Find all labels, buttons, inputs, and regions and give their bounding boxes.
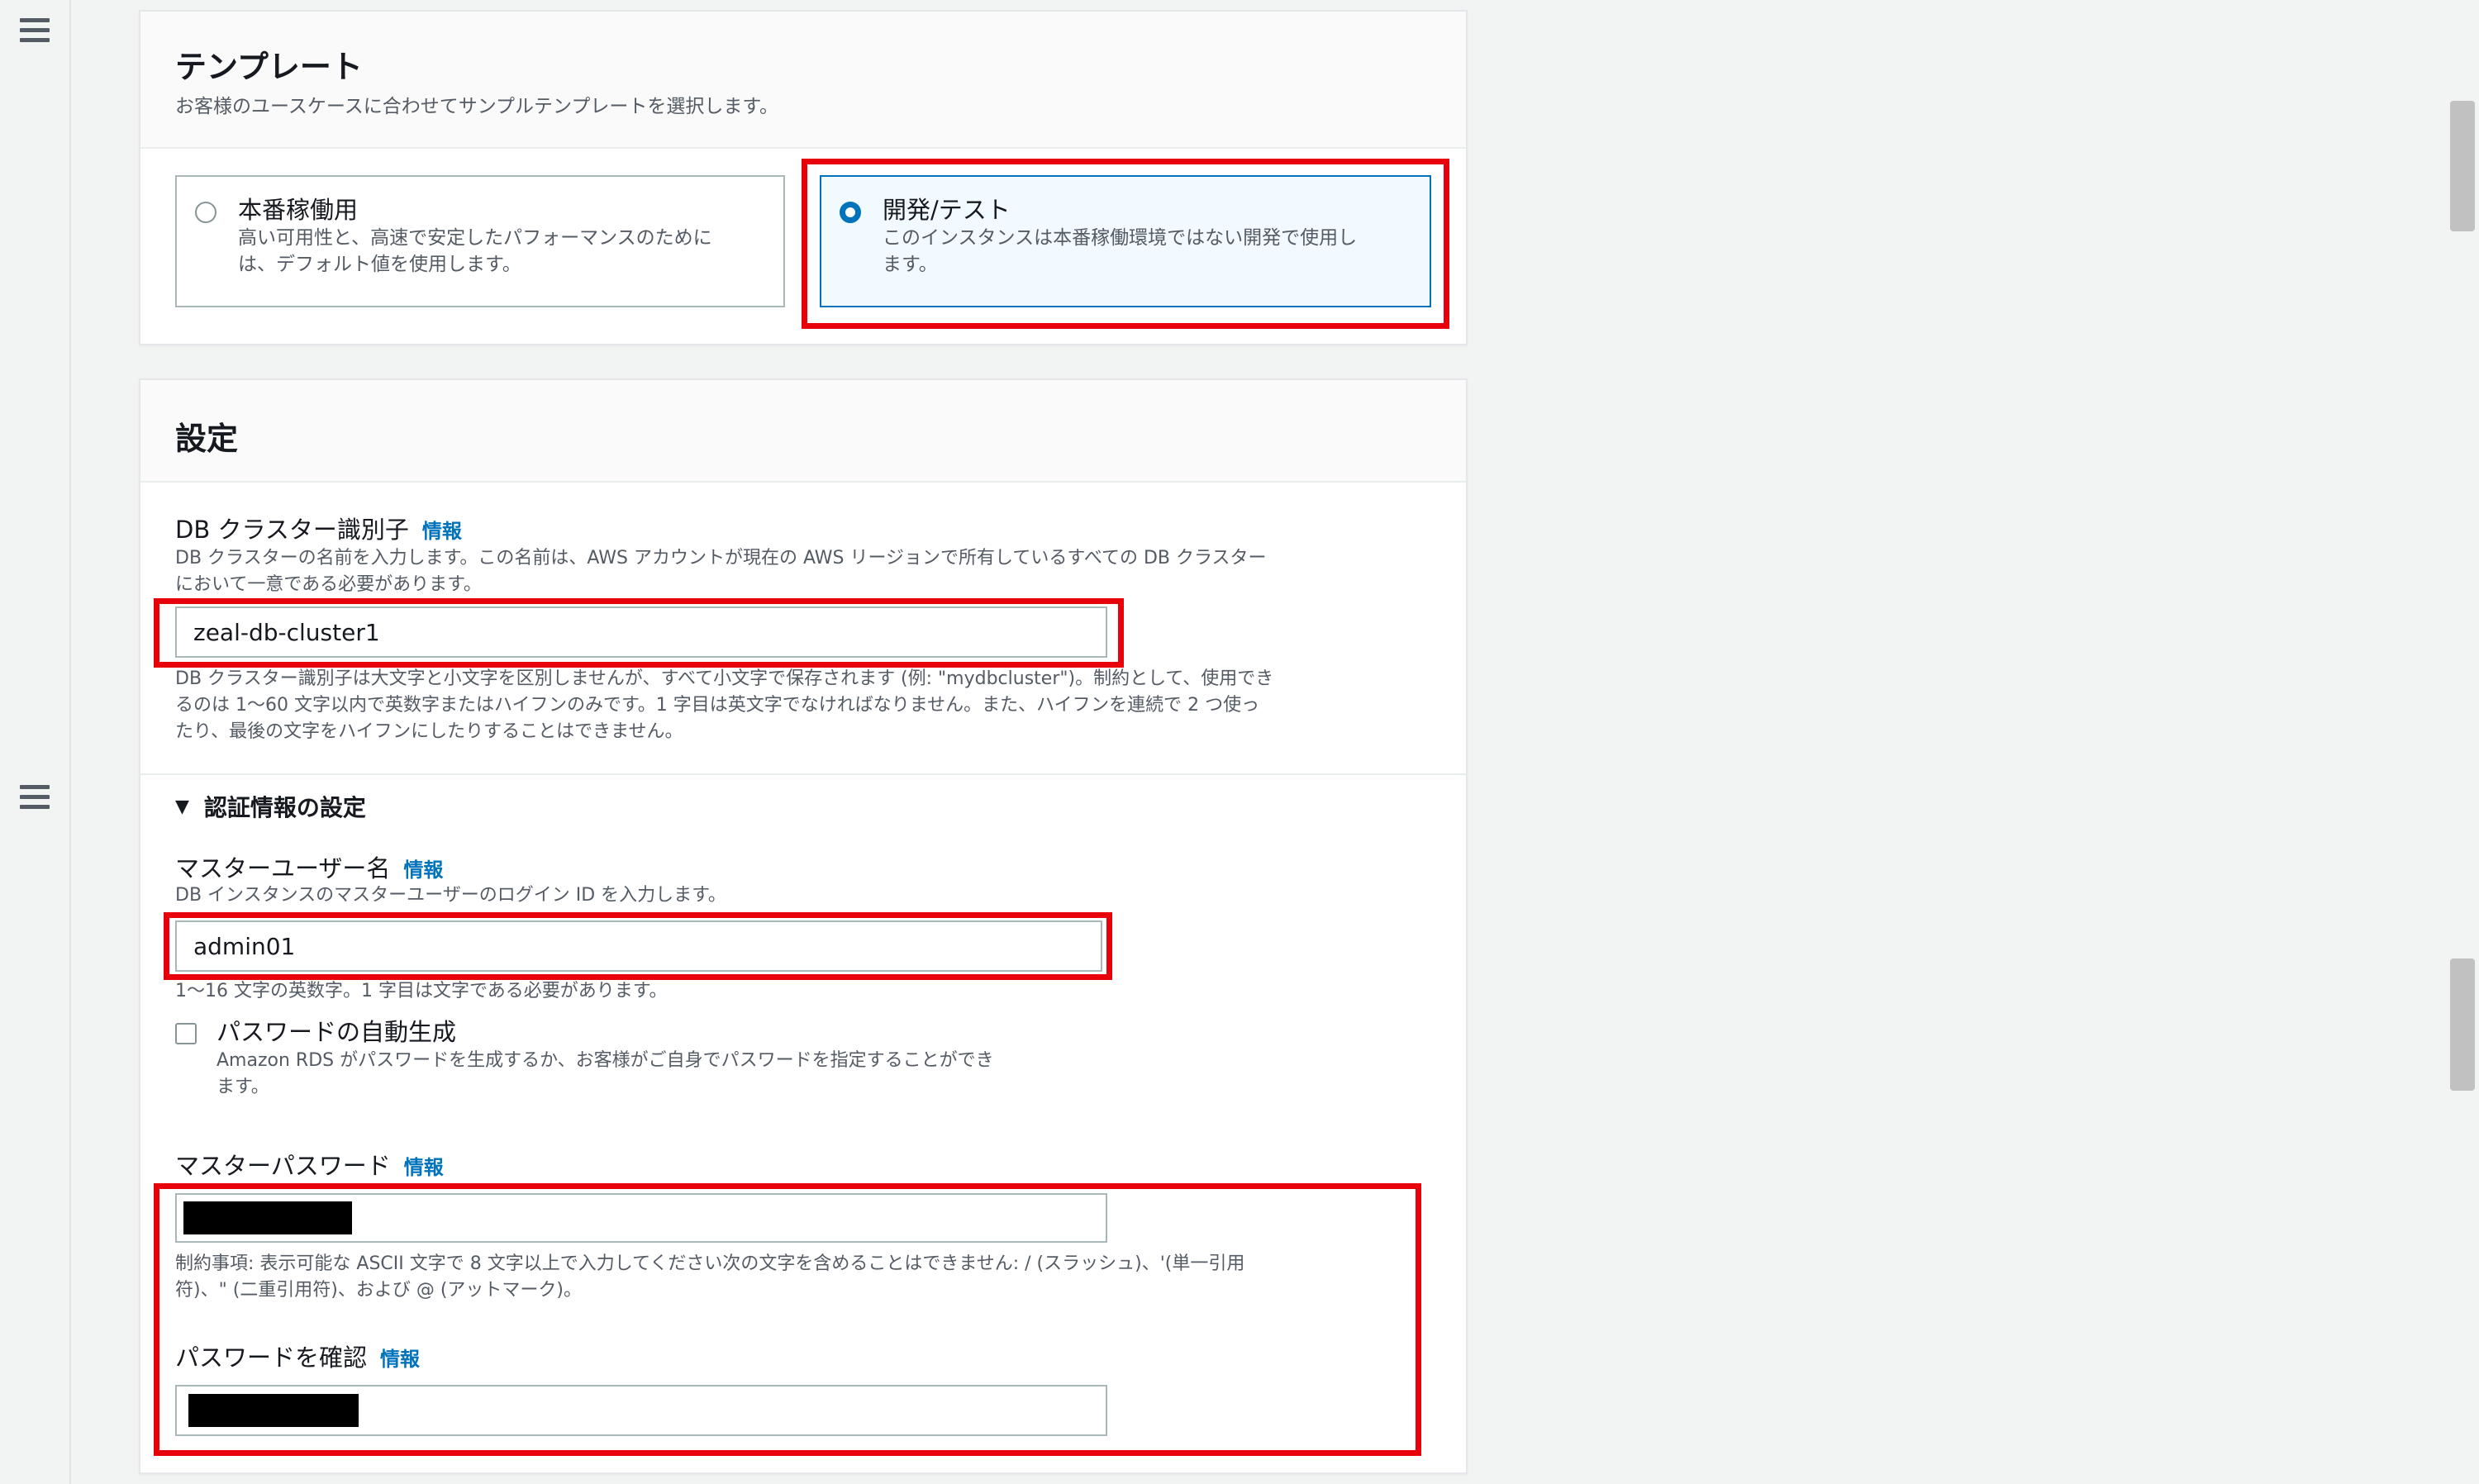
cluster-id-constraint-line1: DB クラスター識別子は大文字と小文字を区別しませんが、すべて小文字で保存されま… xyxy=(175,668,1274,689)
auto-password-description: Amazon RDS がパスワードを生成するか、お客様がご自身でパスワードを指定… xyxy=(216,1048,1125,1101)
username-label-row: マスターユーザー名 情報 xyxy=(175,849,443,884)
cluster-id-input[interactable]: zeal-db-cluster1 xyxy=(175,606,1107,658)
username-info-link[interactable]: 情報 xyxy=(403,859,443,882)
password-constraint-line2: 符)、" (二重引用符)、および @ (アットマーク)。 xyxy=(175,1280,583,1301)
caret-down-icon: ▼ xyxy=(175,796,189,817)
cluster-id-constraint-line3: たり、最後の文字をハイフンにしたりすることはできません。 xyxy=(175,721,683,742)
confirm-password-label: パスワードを確認 xyxy=(175,1344,368,1372)
username-constraint: 1～16 文字の英数字。1 字目は文字である必要があります。 xyxy=(175,981,668,1001)
dev-test-title: 開発/テスト xyxy=(883,196,1011,224)
production-desc-line1: 高い可用性と、高速で安定したパフォーマンスのために xyxy=(238,227,712,249)
radio-production[interactable] xyxy=(195,202,216,223)
template-description: お客様のユースケースに合わせてサンプルテンプレートを選択します。 xyxy=(175,96,779,117)
cluster-id-constraint: DB クラスター識別子は大文字と小文字を区別しませんが、すべて小文字で保存されま… xyxy=(175,666,1431,745)
auto-password-checkbox[interactable] xyxy=(175,1023,197,1044)
template-option-dev-test[interactable]: 開発/テスト このインスタンスは本番稼働環境ではない開発で使用し ます。 xyxy=(820,175,1431,307)
username-description: DB インスタンスのマスターユーザーのログイン ID を入力します。 xyxy=(175,885,726,906)
cluster-id-label-row: DB クラスター識別子 情報 xyxy=(175,511,462,545)
confirm-password-label-row: パスワードを確認 情報 xyxy=(175,1339,420,1373)
credentials-toggle-label: 認証情報の設定 xyxy=(203,794,366,821)
cluster-id-info-link[interactable]: 情報 xyxy=(422,520,462,543)
cluster-id-description: DB クラスターの名前を入力します。この名前は、AWS アカウントが現在の AW… xyxy=(175,545,1431,598)
template-title: テンプレート xyxy=(175,49,363,85)
password-info-link[interactable]: 情報 xyxy=(404,1156,444,1179)
template-panel-header: テンプレート お客様のユースケースに合わせてサンプルテンプレートを選択します。 xyxy=(140,12,1466,149)
redacted-confirm-password xyxy=(188,1394,359,1427)
cluster-id-constraint-line2: るのは 1～60 文字以内で英数字またはハイフンのみです。1 字目は英文字でなけ… xyxy=(175,695,1260,716)
production-title: 本番稼働用 xyxy=(238,196,359,224)
username-label: マスターユーザー名 xyxy=(175,854,391,882)
username-value: admin01 xyxy=(193,932,296,960)
radio-dev-test[interactable] xyxy=(840,202,861,223)
menu-icon[interactable] xyxy=(20,18,50,43)
side-navigation-rail xyxy=(0,0,71,1484)
auto-password-desc-line2: ます。 xyxy=(216,1077,269,1097)
cluster-id-value: zeal-db-cluster1 xyxy=(193,618,380,646)
auto-password-label-text: パスワードの自動生成 xyxy=(216,1018,457,1046)
template-panel: テンプレート お客様のユースケースに合わせてサンプルテンプレートを選択します。 … xyxy=(139,10,1468,345)
password-label: マスターパスワード xyxy=(175,1152,391,1180)
username-input[interactable]: admin01 xyxy=(175,920,1102,972)
auto-password-label[interactable]: パスワードの自動生成 xyxy=(216,1013,456,1048)
dev-test-desc-line1: このインスタンスは本番稼働環境ではない開発で使用し xyxy=(883,227,1358,249)
redacted-password xyxy=(183,1201,352,1234)
confirm-password-input[interactable] xyxy=(175,1385,1107,1436)
cluster-id-desc-line2: において一意である必要があります。 xyxy=(175,574,482,595)
scrollbar-thumb[interactable] xyxy=(2450,101,2475,231)
credentials-toggle[interactable]: ▼ 認証情報の設定 xyxy=(175,790,366,823)
password-input[interactable] xyxy=(175,1193,1107,1243)
password-constraint: 制約事項: 表示可能な ASCII 文字で 8 文字以上で入力してください次の文… xyxy=(175,1251,1431,1304)
menu-icon[interactable] xyxy=(20,785,50,810)
cluster-id-label: DB クラスター識別子 xyxy=(175,516,409,544)
settings-panel-header: 設定 xyxy=(140,380,1466,483)
password-constraint-line1: 制約事項: 表示可能な ASCII 文字で 8 文字以上で入力してください次の文… xyxy=(175,1253,1245,1274)
section-divider xyxy=(140,773,1466,775)
confirm-password-info-link[interactable]: 情報 xyxy=(380,1348,420,1371)
production-desc-line2: は、デフォルト値を使用します。 xyxy=(238,254,521,275)
settings-panel: 設定 DB クラスター識別子 情報 DB クラスターの名前を入力します。この名前は… xyxy=(139,378,1468,1474)
settings-title: 設定 xyxy=(175,421,239,457)
dev-test-desc-line2: ます。 xyxy=(883,254,938,275)
cluster-id-desc-line1: DB クラスターの名前を入力します。この名前は、AWS アカウントが現在の AW… xyxy=(175,548,1267,568)
password-label-row: マスターパスワード 情報 xyxy=(175,1147,444,1182)
scrollbar-thumb[interactable] xyxy=(2450,958,2475,1091)
template-option-production[interactable]: 本番稼働用 高い可用性と、高速で安定したパフォーマンスのために は、デフォルト値… xyxy=(175,175,785,307)
auto-password-desc-line1: Amazon RDS がパスワードを生成するか、お客様がご自身でパスワードを指定… xyxy=(216,1050,994,1071)
